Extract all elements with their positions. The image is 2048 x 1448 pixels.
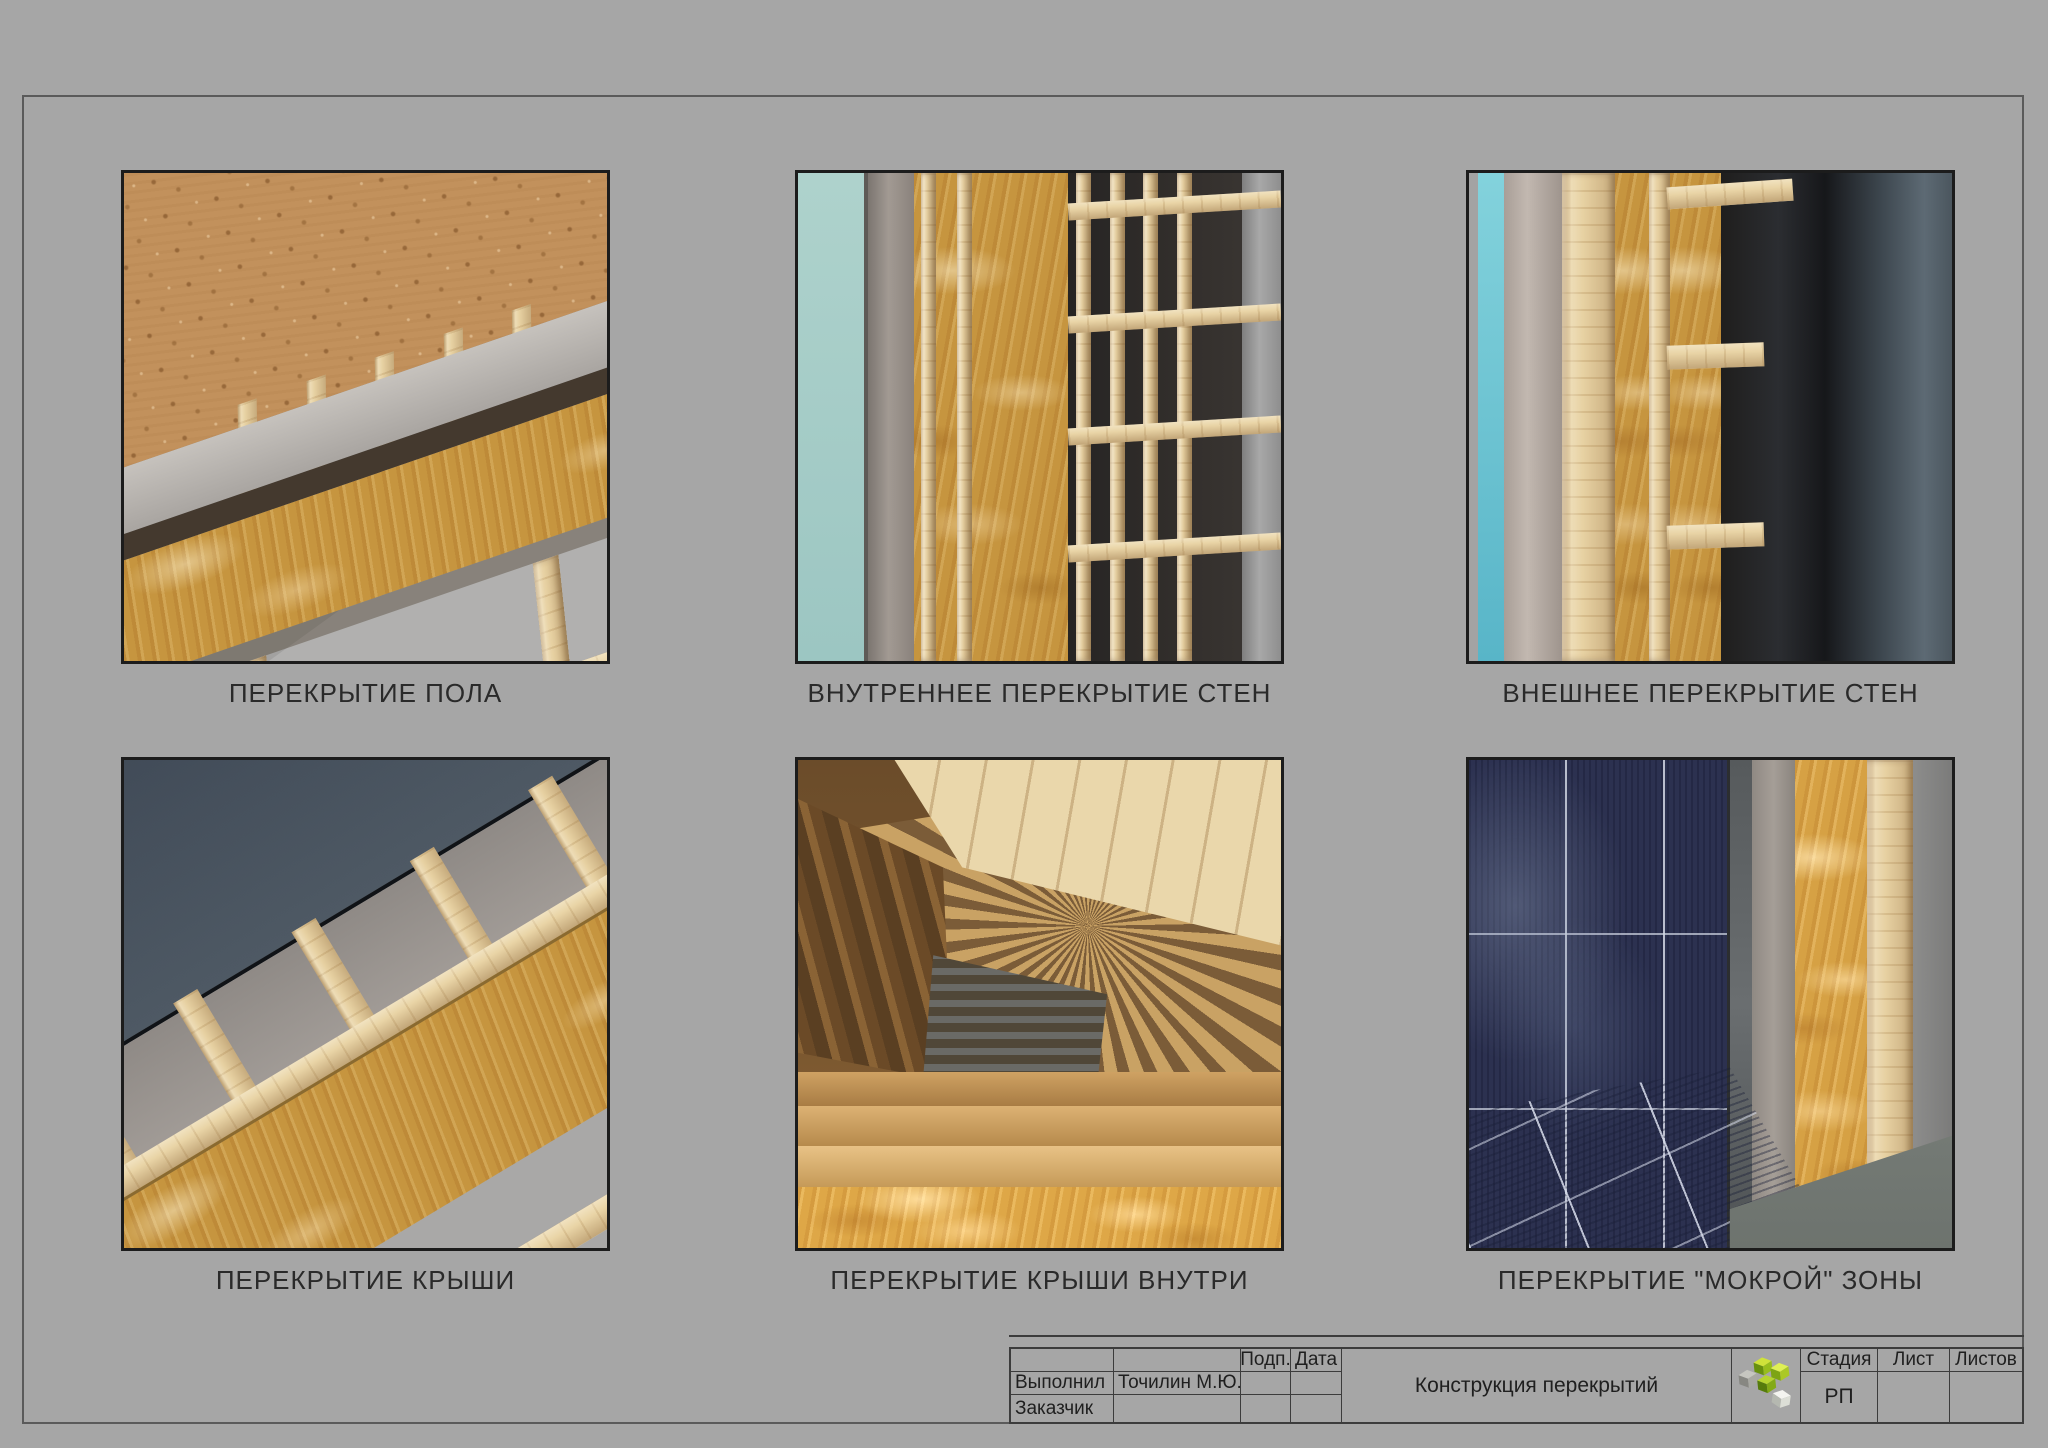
log-beam bbox=[798, 1072, 1281, 1106]
empty-cell bbox=[1011, 1349, 1114, 1372]
log-beam bbox=[798, 1146, 1281, 1187]
floor-construction-render bbox=[121, 170, 610, 664]
sheet-value-cell bbox=[1878, 1372, 1950, 1422]
caption-floor: ПЕРЕКРЫТИЕ ПОЛА bbox=[121, 678, 610, 709]
floor-layer-stack bbox=[121, 170, 610, 664]
title-block: Подп. Дата Конструкция перекрытий bbox=[1009, 1347, 2024, 1424]
project-title: Конструкция перекрытий bbox=[1342, 1349, 1732, 1422]
stud bbox=[1177, 173, 1192, 661]
drawing-sheet: ПЕРЕКРЫТИЕ ПОЛА ВНУТРЕННЕЕ ПЕРЕКРЫТИЕ СТ… bbox=[0, 0, 2048, 1448]
signature-column-header: Подп. bbox=[1241, 1349, 1291, 1372]
insulation bbox=[1615, 173, 1649, 661]
inner-wall-render bbox=[795, 170, 1284, 664]
empty-cell bbox=[1241, 1395, 1291, 1422]
caption-roof: ПЕРЕКРЫТИЕ КРЫШИ bbox=[121, 1265, 610, 1296]
stud bbox=[1110, 173, 1125, 661]
insulation bbox=[1670, 173, 1721, 661]
date-column-header: Дата bbox=[1291, 1349, 1342, 1372]
insulation bbox=[914, 173, 1069, 661]
caption-inner-wall: ВНУТРЕННЕЕ ПЕРЕКРЫТИЕ СТЕН bbox=[795, 678, 1284, 709]
empty-cell bbox=[1291, 1395, 1342, 1422]
outer-wall-render bbox=[1466, 170, 1955, 664]
green-cubes-logo bbox=[1738, 1354, 1794, 1418]
stud bbox=[1649, 173, 1671, 661]
roof-construction-render bbox=[121, 757, 610, 1251]
batten bbox=[1667, 342, 1764, 370]
stud bbox=[1562, 173, 1615, 661]
plaster-panel bbox=[1504, 173, 1562, 661]
batten bbox=[1667, 523, 1764, 551]
sheets-column-header: Листов bbox=[1950, 1349, 2022, 1372]
customer-label: Заказчик bbox=[1011, 1395, 1114, 1422]
background-strip bbox=[1469, 173, 1478, 661]
sheets-value-cell bbox=[1950, 1372, 2022, 1422]
insulation bbox=[798, 1187, 1281, 1248]
dark-facade-panel bbox=[1721, 173, 1952, 661]
empty-cell bbox=[1241, 1372, 1291, 1395]
stud bbox=[1143, 173, 1158, 661]
bottom-chord bbox=[576, 555, 610, 664]
wet-zone-render bbox=[1466, 757, 1955, 1251]
caption-wet-zone: ПЕРЕКРЫТИЕ "МОКРОЙ" ЗОНЫ bbox=[1466, 1265, 1955, 1296]
stud bbox=[957, 173, 971, 661]
stud bbox=[1076, 173, 1091, 661]
caption-outer-wall: ВНЕШНЕЕ ПЕРЕКРЫТИЕ СТЕН bbox=[1466, 678, 1955, 709]
logo-cell bbox=[1732, 1349, 1801, 1422]
log-beam bbox=[798, 1106, 1281, 1145]
empty-cell bbox=[1291, 1372, 1342, 1395]
stage-value: РП bbox=[1801, 1372, 1878, 1422]
title-block-top-line bbox=[1009, 1335, 2024, 1337]
joist bbox=[533, 555, 586, 664]
stage-column-header: Стадия bbox=[1801, 1349, 1878, 1372]
gypsum-panel bbox=[868, 173, 914, 661]
cyan-panel bbox=[1478, 173, 1504, 661]
executed-label: Выполнил bbox=[1011, 1372, 1114, 1395]
roof-interior-render bbox=[795, 757, 1284, 1251]
empty-cell bbox=[1114, 1349, 1241, 1372]
executed-value: Точилин М.Ю. bbox=[1114, 1372, 1241, 1395]
white-cube bbox=[1771, 1388, 1791, 1408]
teal-panel bbox=[798, 173, 868, 661]
roof-layer-stack bbox=[121, 757, 610, 1251]
empty-cell bbox=[1114, 1395, 1241, 1422]
caption-roof-interior: ПЕРЕКРЫТИЕ КРЫШИ ВНУТРИ bbox=[795, 1265, 1284, 1296]
sheet-column-header: Лист bbox=[1878, 1349, 1950, 1372]
stud bbox=[921, 173, 935, 661]
